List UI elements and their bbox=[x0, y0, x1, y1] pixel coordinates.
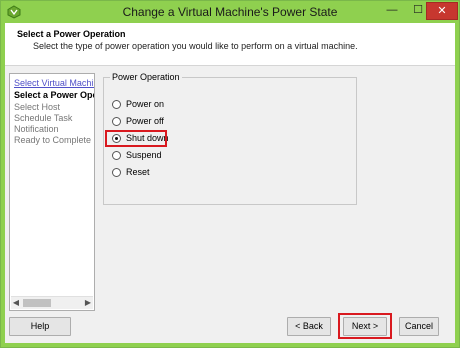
nav-step-ready: Ready to Complete bbox=[14, 135, 92, 145]
wizard-steps-nav: Select Virtual Machine Select a Power Op… bbox=[9, 73, 95, 311]
next-button[interactable]: Next > bbox=[343, 317, 387, 336]
wizard-header: Select a Power Operation Select the type… bbox=[5, 23, 455, 66]
button-bar: Help < Back Next > Cancel bbox=[5, 313, 455, 343]
scroll-right-icon[interactable]: ▶ bbox=[83, 297, 93, 309]
power-operation-group: Power Operation Power on Power off Shut … bbox=[103, 72, 357, 205]
radio-button-icon[interactable] bbox=[112, 100, 121, 109]
radio-button-icon[interactable] bbox=[112, 168, 121, 177]
radio-label: Reset bbox=[126, 167, 150, 177]
scroll-thumb[interactable] bbox=[23, 299, 51, 307]
help-button[interactable]: Help bbox=[9, 317, 71, 336]
radio-button-icon[interactable] bbox=[112, 151, 121, 160]
close-icon[interactable]: ✕ bbox=[426, 2, 458, 20]
radio-power-on[interactable]: Power on bbox=[112, 99, 202, 111]
radio-label: Power on bbox=[126, 99, 165, 109]
radio-suspend[interactable]: Suspend bbox=[112, 150, 202, 162]
nav-step-power-operation: Select a Power Operation bbox=[14, 90, 94, 100]
title-bar[interactable]: Change a Virtual Machine's Power State —… bbox=[1, 1, 459, 23]
scroll-left-icon[interactable]: ◀ bbox=[11, 297, 21, 309]
dialog-client: Select a Power Operation Select the type… bbox=[5, 23, 455, 343]
shut-down-highlight-box bbox=[105, 130, 167, 147]
nav-step-select-vm[interactable]: Select Virtual Machine bbox=[14, 78, 94, 90]
power-operation-legend: Power Operation bbox=[110, 72, 182, 82]
back-button[interactable]: < Back bbox=[287, 317, 331, 336]
dialog-window: Change a Virtual Machine's Power State —… bbox=[0, 0, 460, 348]
radio-reset[interactable]: Reset bbox=[112, 167, 202, 179]
page-subtitle: Select the type of power operation you w… bbox=[33, 41, 358, 51]
radio-label: Suspend bbox=[126, 150, 162, 160]
radio-button-icon[interactable] bbox=[112, 117, 121, 126]
minimize-icon[interactable]: — bbox=[379, 2, 405, 20]
radio-power-off[interactable]: Power off bbox=[112, 116, 202, 128]
page-title: Select a Power Operation bbox=[17, 29, 126, 39]
nav-horizontal-scrollbar[interactable]: ◀ ▶ bbox=[11, 296, 93, 309]
cancel-button[interactable]: Cancel bbox=[399, 317, 439, 336]
radio-label: Power off bbox=[126, 116, 164, 126]
